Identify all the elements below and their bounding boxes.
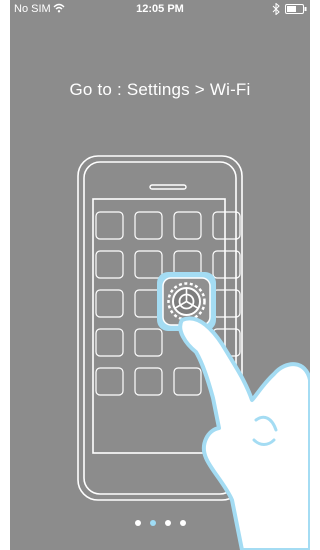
page-dot-2[interactable] (149, 520, 156, 526)
onboarding-screen: No SIM 12:05 PM Go to : Settings > Wi-Fi (10, 0, 310, 550)
page-dot-4[interactable] (179, 520, 186, 526)
tap-hand-icon (178, 316, 310, 550)
page-dot-1[interactable] (134, 520, 141, 526)
page-dot-3[interactable] (164, 520, 171, 526)
page-indicator[interactable] (10, 520, 310, 528)
tutorial-illustration (77, 155, 310, 550)
